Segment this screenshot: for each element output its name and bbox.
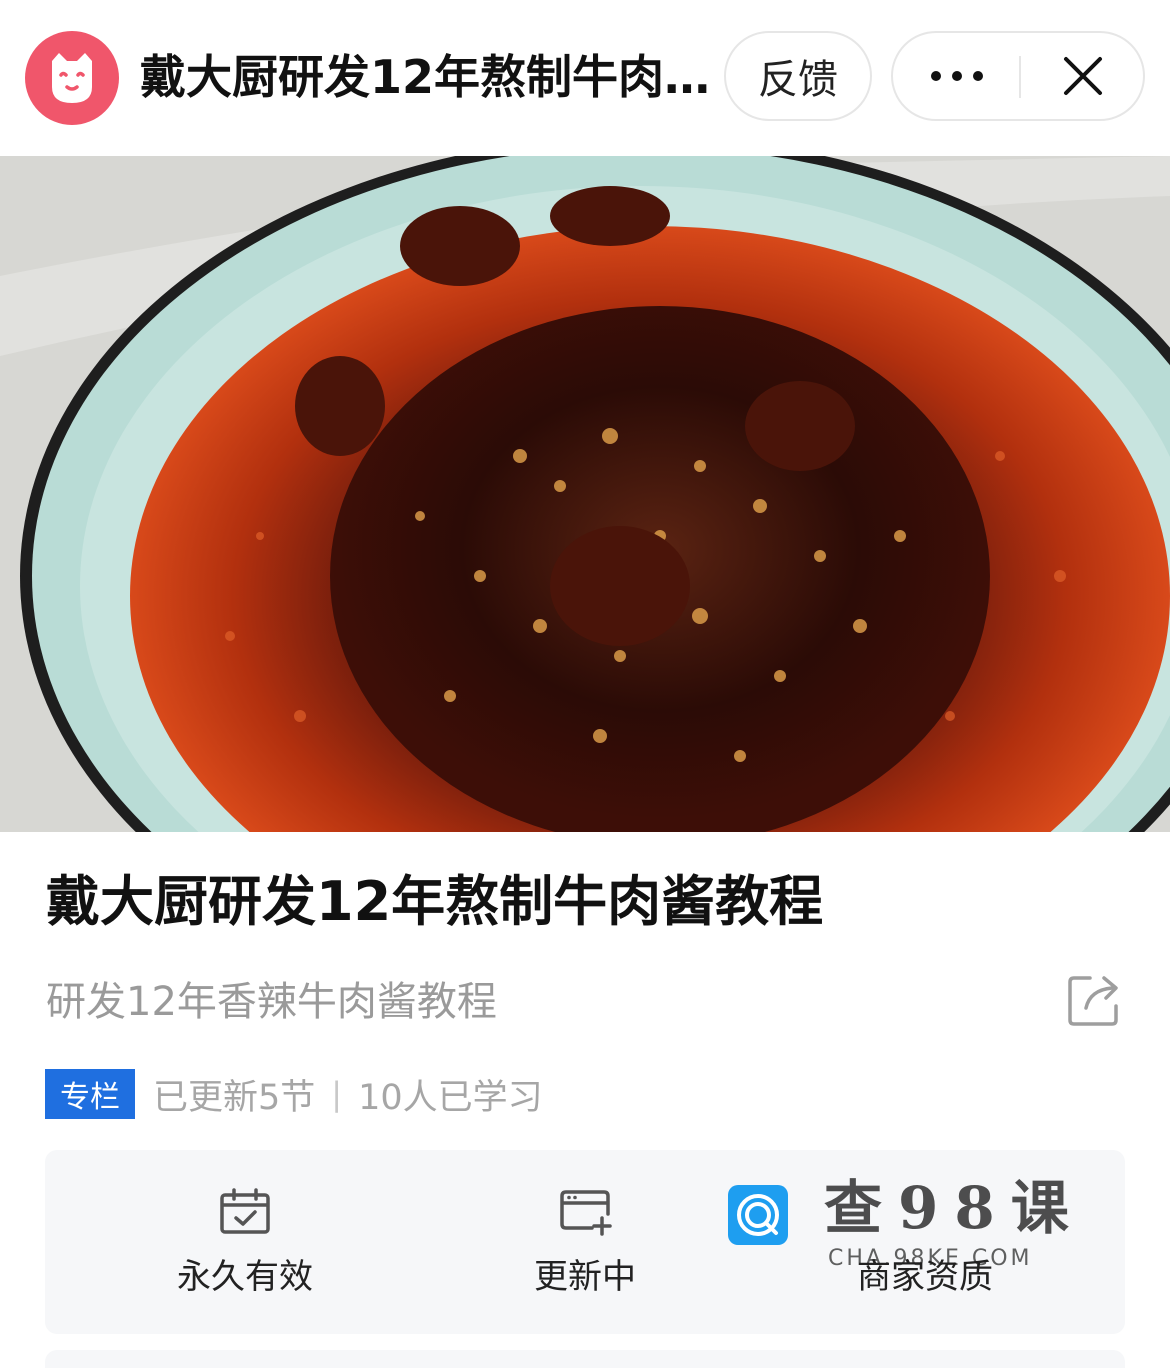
close-icon[interactable] [1021,33,1145,119]
column-badge: 专栏 [45,1069,135,1119]
feature-permanent: 永久有效 [65,1150,425,1334]
watermark-url: CHA.98KE.COM [828,1246,1033,1271]
feature-updating: 更新中 [405,1150,765,1334]
feedback-button[interactable]: 反馈 [724,31,872,121]
feature-permanent-label: 永久有效 [177,1257,313,1297]
meta-separator: | [331,1075,343,1113]
more-dots-icon[interactable] [893,33,1020,119]
next-section-card [45,1350,1125,1368]
capsule-menu [891,31,1145,121]
watermark-text: 查98课 [824,1174,1085,1242]
mini-program-header: 戴大厨研发12年熬制牛肉酱教程 反馈 [0,0,1170,156]
window-plus-icon [558,1188,612,1236]
course-title: 戴大厨研发12年熬制牛肉酱教程 [46,870,824,933]
course-meta: 专栏 已更新5节 | 10人已学习 [45,1068,543,1120]
share-icon[interactable] [1064,970,1124,1030]
feature-updating-label: 更新中 [534,1257,636,1297]
updated-count: 已更新5节 [153,1077,316,1118]
page-title: 戴大厨研发12年熬制牛肉酱教程 [140,50,750,104]
cat-face-logo-icon[interactable] [25,31,119,125]
watermark-logo-icon [728,1185,788,1245]
learner-count: 10人已学习 [358,1077,543,1118]
beef-sauce-bowl-photo [0,156,1170,832]
course-subtitle: 研发12年香辣牛肉酱教程 [46,979,497,1025]
calendar-check-icon [218,1188,272,1236]
